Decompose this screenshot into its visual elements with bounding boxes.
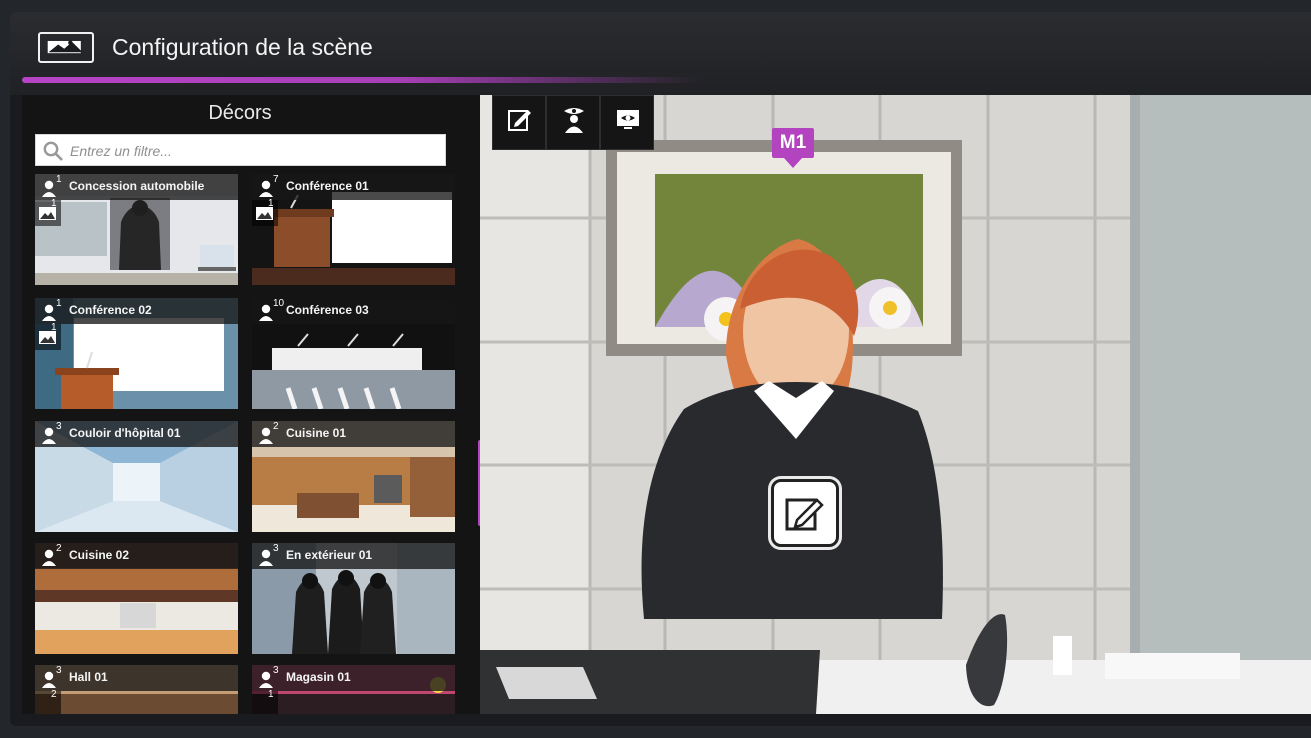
tile-header: 3 Couloir d'hôpital 01 xyxy=(35,421,238,447)
person-count: 7 xyxy=(273,174,279,185)
window-title: Configuration de la scène xyxy=(112,34,373,60)
tile-title: Conférence 02 xyxy=(69,303,152,317)
person-count: 10 xyxy=(273,298,285,309)
image-count: 2 xyxy=(51,689,57,700)
tile-header: 3 Magasin 01 xyxy=(252,665,455,691)
tile-title: Concession automobile xyxy=(69,179,205,193)
scene-icon xyxy=(38,32,94,63)
viewer-person-icon xyxy=(564,108,584,133)
scene-configuration-window: Configuration de la scène Décors Entrez … xyxy=(10,12,1311,726)
image-badge: 1 xyxy=(252,198,278,226)
decor-tile-conference-01[interactable]: 7 Conférence 01 1 xyxy=(252,174,455,285)
tile-title: Conférence 01 xyxy=(286,179,369,193)
person-count: 3 xyxy=(56,421,62,432)
search-icon xyxy=(43,141,63,161)
tile-title: Cuisine 02 xyxy=(69,548,130,562)
tile-header: 1 Concession automobile xyxy=(35,174,238,200)
person-count: 2 xyxy=(273,421,279,432)
person-count: 1 xyxy=(56,298,62,309)
person-count: 2 xyxy=(56,543,62,554)
tile-title: Hall 01 xyxy=(69,670,108,684)
scene-preview[interactable]: M1 xyxy=(480,95,1311,714)
tile-header: 10 Conférence 03 xyxy=(252,298,455,324)
tile-header: 7 Conférence 01 xyxy=(252,174,455,200)
tile-header: 1 Conférence 02 xyxy=(35,298,238,324)
screen-eye-icon xyxy=(617,110,639,129)
edit-overlay-button[interactable] xyxy=(771,479,839,547)
office-scene-background xyxy=(480,95,1311,714)
decor-tile-cuisine-01[interactable]: 2 Cuisine 01 xyxy=(252,421,455,532)
tile-title: En extérieur 01 xyxy=(286,548,373,562)
decor-tile-cuisine-02[interactable]: 2 Cuisine 02 xyxy=(35,543,238,654)
tile-header: 2 Cuisine 01 xyxy=(252,421,455,447)
viewer-tool-button[interactable] xyxy=(546,95,600,150)
image-badge: 1 xyxy=(35,322,61,350)
edit-icon xyxy=(785,498,824,531)
decor-filter[interactable] xyxy=(35,134,446,166)
tile-header: 3 Hall 01 xyxy=(35,665,238,691)
decor-tile-conference-03[interactable]: 10 Conférence 03 xyxy=(252,298,455,409)
decor-tile-en-exterieur-01[interactable]: 3 En extérieur 01 xyxy=(252,543,455,654)
decor-tile-magasin-01[interactable]: 3 Magasin 01 1 xyxy=(252,665,455,714)
image-count: 1 xyxy=(268,689,274,700)
decor-tile-couloir-hopital-01[interactable]: 3 Couloir d'hôpital 01 xyxy=(35,421,238,532)
image-count: 1 xyxy=(268,198,274,209)
tile-header: 2 Cuisine 02 xyxy=(35,543,238,569)
decor-grid: 1 Concession automobile 1 7 Conférence 0… xyxy=(35,174,460,714)
filter-input[interactable] xyxy=(68,137,442,165)
tile-title: Cuisine 01 xyxy=(286,426,347,440)
image-count: 1 xyxy=(51,198,57,209)
person-count: 3 xyxy=(273,543,279,554)
tile-title: Couloir d'hôpital 01 xyxy=(69,426,181,440)
person-count: 3 xyxy=(56,665,62,676)
decor-tile-conference-02[interactable]: 1 Conférence 02 1 xyxy=(35,298,238,409)
tile-title: Magasin 01 xyxy=(286,670,351,684)
image-badge: 1 xyxy=(35,198,61,226)
image-badge: 2 xyxy=(35,689,61,714)
display-tool-button[interactable] xyxy=(600,95,654,150)
tile-title: Conférence 03 xyxy=(286,303,369,317)
title-accent-line xyxy=(22,77,702,83)
tile-header: 3 En extérieur 01 xyxy=(252,543,455,569)
person-count: 3 xyxy=(273,665,279,676)
image-badge: 1 xyxy=(252,689,278,714)
m1-marker[interactable]: M1 xyxy=(772,128,814,168)
person-count: 1 xyxy=(56,174,62,185)
decor-tile-concession-automobile[interactable]: 1 Concession automobile 1 xyxy=(35,174,238,285)
decor-panel: Décors Entrez un filtre... 1 Concession … xyxy=(22,95,480,714)
edit-icon xyxy=(508,110,531,131)
panel-title: Décors xyxy=(208,102,272,124)
edit-tool-button[interactable] xyxy=(492,95,546,150)
title-bar: Configuration de la scène xyxy=(10,12,1311,95)
image-count: 1 xyxy=(51,322,57,333)
decor-tile-hall-01[interactable]: 3 Hall 01 2 xyxy=(35,665,238,714)
